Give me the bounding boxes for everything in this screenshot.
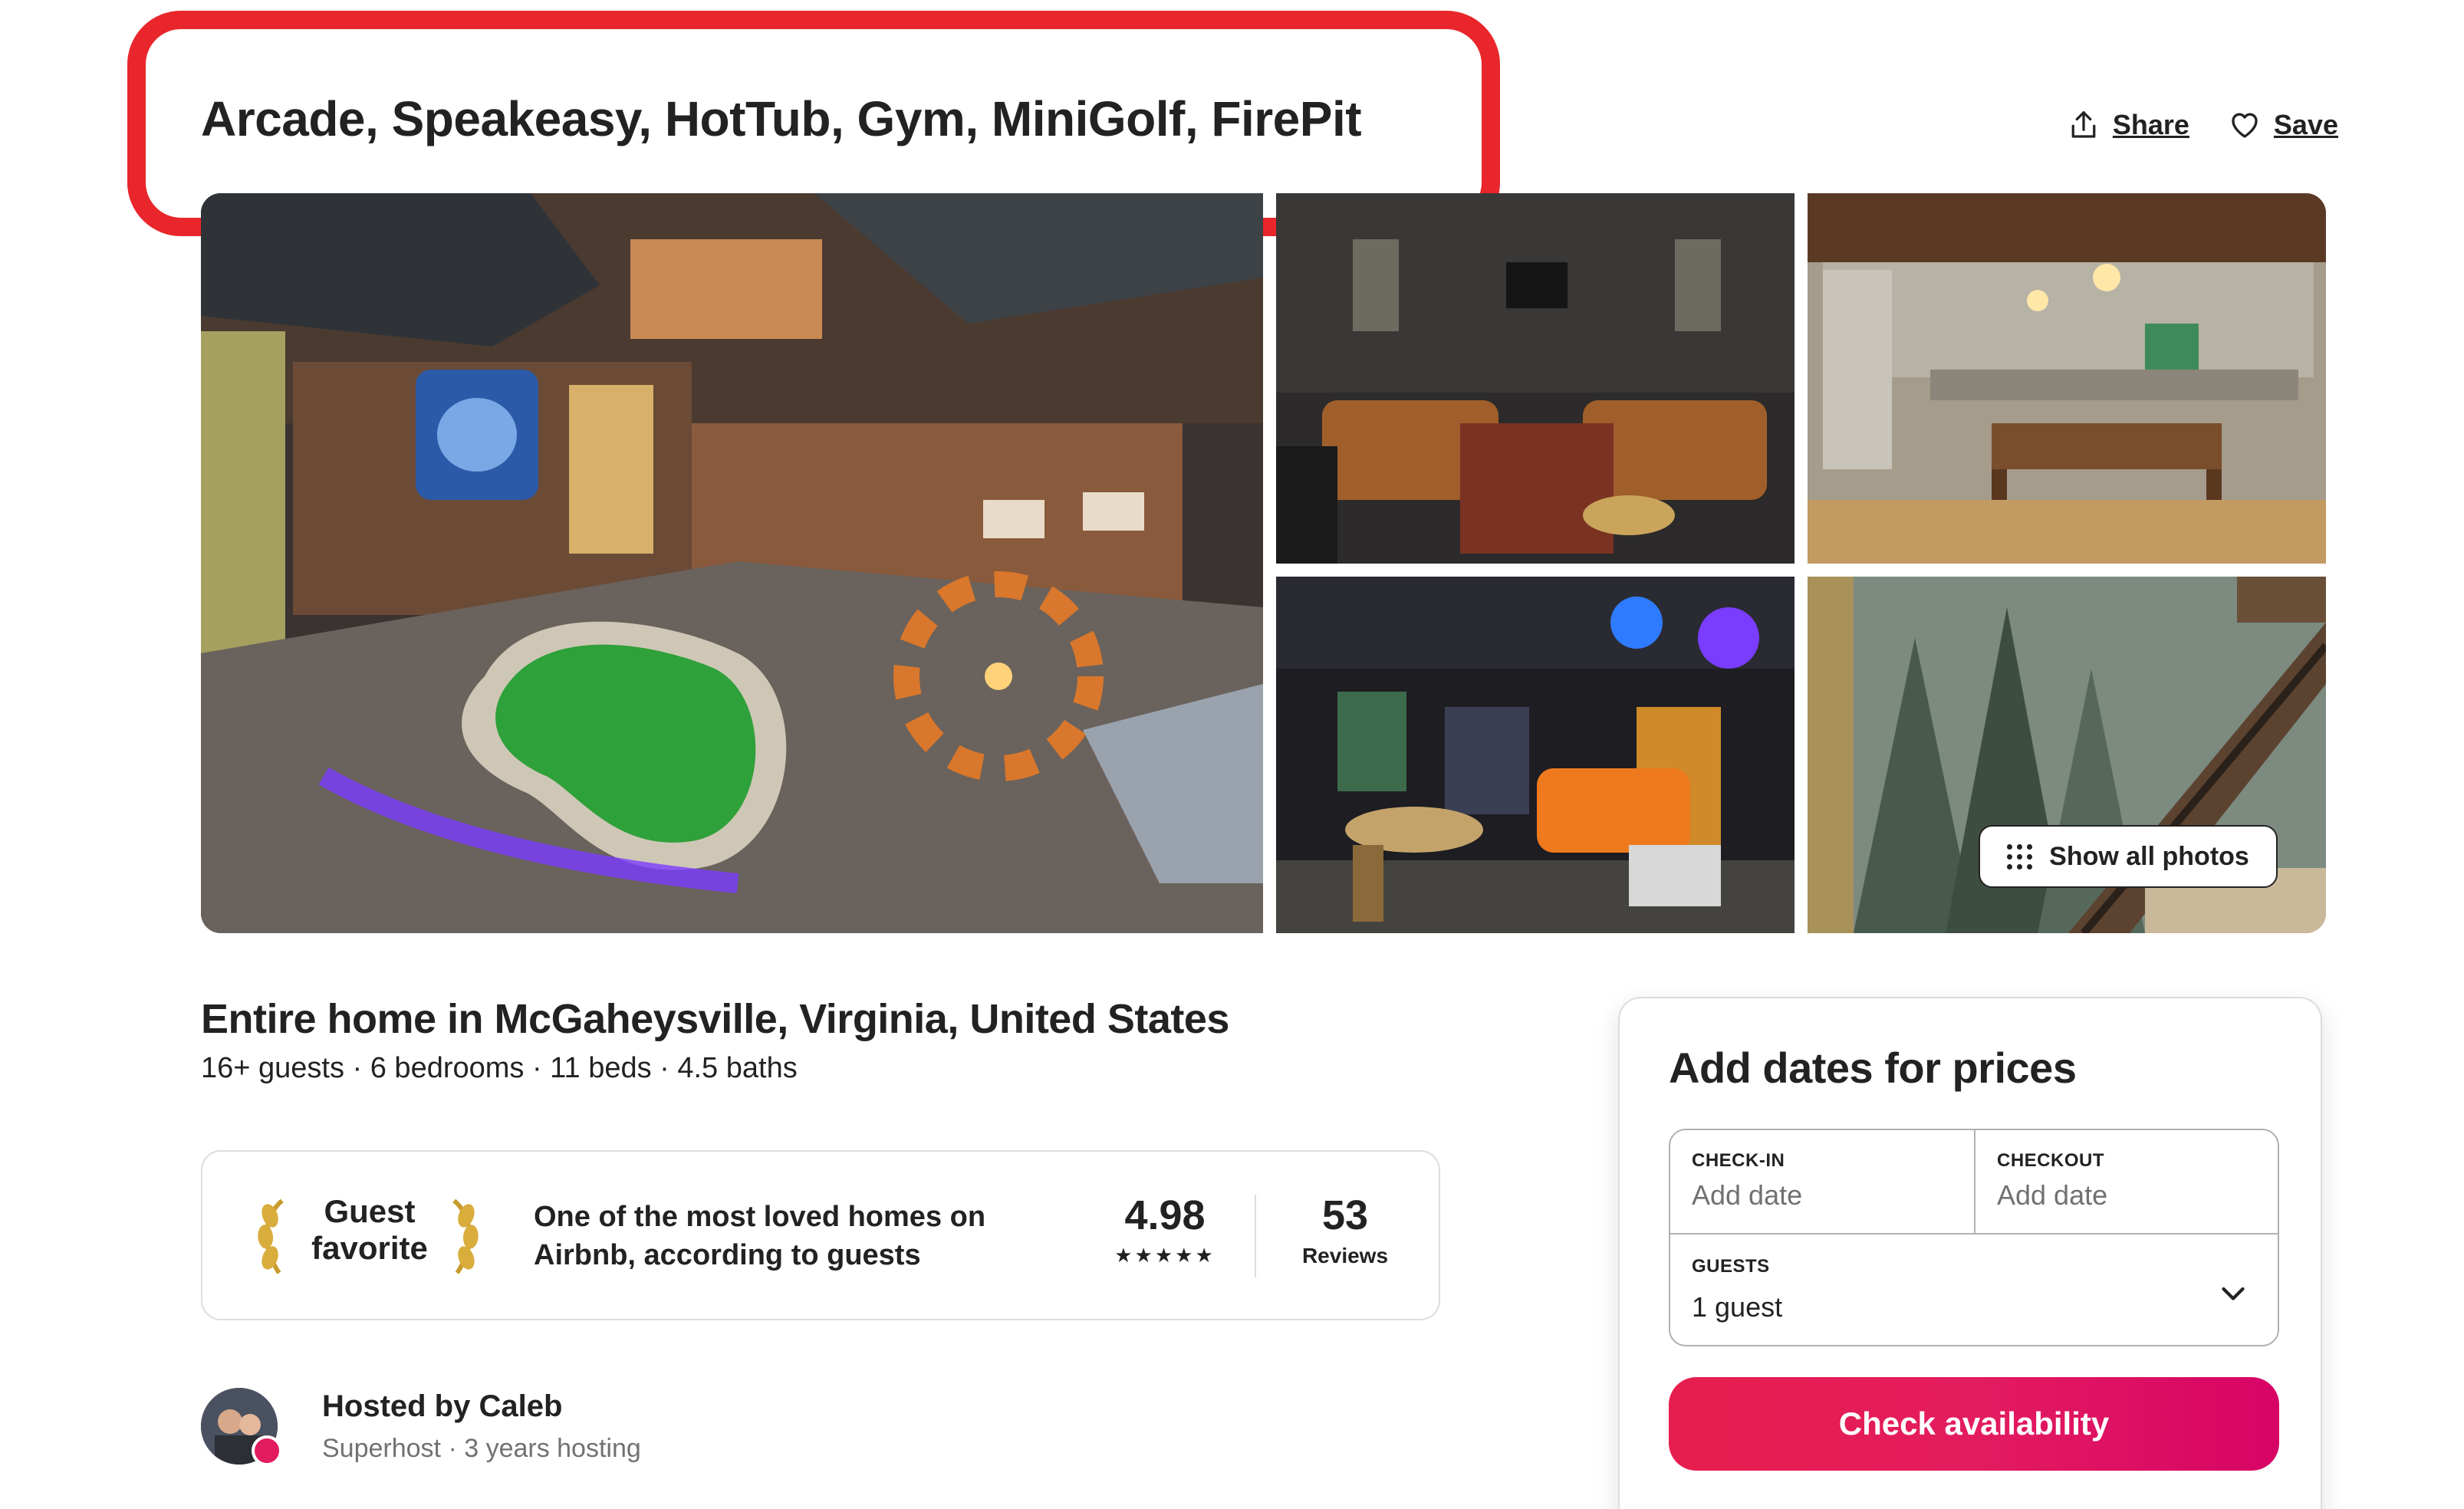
location-title: Entire home in McGaheysville, Virginia, … — [201, 996, 1229, 1042]
rating-summary: 4.98 ★★★★★ — [1100, 1192, 1230, 1267]
share-icon — [2071, 111, 2096, 138]
rating-value: 4.98 — [1124, 1192, 1206, 1238]
photo-gallery — [201, 193, 2326, 933]
guest-favorite-line1: Guest — [324, 1193, 416, 1229]
laurel-left-icon — [258, 1198, 284, 1274]
guests-label: GUESTS — [1692, 1256, 1770, 1277]
checkout-label: CHECKOUT — [1997, 1150, 2104, 1171]
listing-actions: Share Save — [2068, 109, 2338, 141]
laurel-right-icon — [452, 1198, 479, 1274]
photo-speakeasy-lounge[interactable] — [1276, 193, 1795, 564]
checkout-field[interactable]: CHECKOUT Add date — [1975, 1130, 2278, 1234]
guests-dropdown[interactable]: GUESTS 1 guest — [1670, 1234, 2278, 1345]
checkin-label: CHECK-IN — [1692, 1150, 1785, 1171]
share-button[interactable]: Share — [2068, 109, 2189, 141]
guest-favorite-line2: favorite — [311, 1230, 428, 1266]
grid-dots-icon — [2007, 843, 2033, 870]
listing-details: 16+ guests · 6 bedrooms · 11 beds · 4.5 … — [201, 1052, 798, 1084]
booking-title: Add dates for prices — [1669, 1044, 2077, 1092]
date-guest-picker: CHECK-IN Add date CHECKOUT Add date GUES… — [1669, 1129, 2279, 1346]
show-all-photos-button[interactable]: Show all photos — [1979, 825, 2278, 888]
heart-icon — [2232, 113, 2258, 138]
guest-favorite-card[interactable]: Guest favorite One of the most loved hom… — [201, 1150, 1440, 1320]
guest-favorite-description: One of the most loved homes on Airbnb, a… — [534, 1198, 1025, 1274]
superhost-badge-icon — [252, 1435, 282, 1466]
save-button[interactable]: Save — [2229, 109, 2338, 141]
checkin-value: Add date — [1692, 1179, 1803, 1211]
guests-value: 1 guest — [1692, 1291, 1783, 1323]
check-availability-button[interactable]: Check availability — [1669, 1377, 2279, 1471]
photo-kitchen[interactable] — [1808, 193, 2326, 564]
star-rating-icons: ★★★★★ — [1114, 1244, 1216, 1267]
host-name: Hosted by Caleb — [322, 1389, 563, 1423]
photo-arcade-room[interactable] — [1276, 577, 1795, 933]
booking-card: Add dates for prices CHECK-IN Add date C… — [1618, 997, 2322, 1509]
guest-favorite-desc-line1: One of the most loved homes on — [534, 1201, 986, 1233]
guest-favorite-badge-text: Guest favorite — [296, 1193, 443, 1267]
checkin-field[interactable]: CHECK-IN Add date — [1670, 1130, 1975, 1234]
rating-divider — [1255, 1195, 1256, 1277]
share-label: Share — [2112, 109, 2189, 140]
reviews-summary[interactable]: 53 Reviews — [1276, 1192, 1414, 1268]
chevron-down-icon — [2222, 1287, 2245, 1300]
review-count: 53 — [1321, 1192, 1369, 1238]
save-label: Save — [2273, 109, 2338, 140]
guest-favorite-desc-line2: Airbnb, according to guests — [534, 1239, 921, 1271]
reviews-label: Reviews — [1301, 1244, 1389, 1267]
host-meta: Superhost · 3 years hosting — [322, 1434, 641, 1463]
photo-aerial-backyard[interactable] — [201, 193, 1263, 933]
show-all-photos-label: Show all photos — [2049, 841, 2249, 871]
checkout-value: Add date — [1997, 1179, 2108, 1211]
